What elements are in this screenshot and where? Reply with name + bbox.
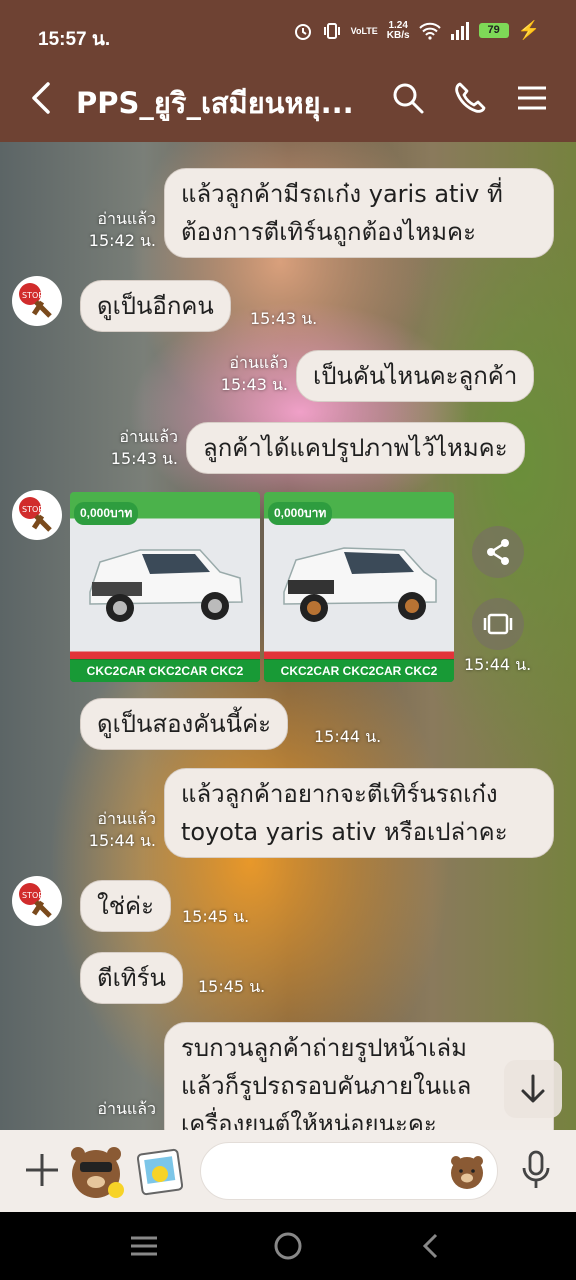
status-time: 15:57 น. (38, 29, 111, 50)
photo-promo: 0,000บาท (74, 502, 139, 525)
car-photo[interactable]: 0,000บาท CKC2CAR CKC2CAR CKC2 (264, 492, 454, 682)
share-button[interactable] (472, 526, 524, 578)
back-arrow-icon[interactable] (24, 78, 60, 118)
gallery-icon (483, 613, 513, 635)
phone-icon[interactable] (452, 80, 488, 116)
message-bubble[interactable]: รบกวนลูกค้าถ่ายรูปหน้าเล่ม แล้วก็รูปรถรอ… (164, 1022, 554, 1130)
message-bubble[interactable]: ดูเป็นอีกคน (80, 280, 231, 332)
message-bubble[interactable]: ตีเทิร์น (80, 952, 183, 1004)
pickup-truck-image (283, 547, 437, 622)
photo-promo: 0,000บาท (268, 502, 333, 525)
system-nav-bar (0, 1212, 576, 1280)
scroll-to-bottom-button[interactable] (504, 1060, 562, 1118)
stop-sign-avatar-icon: STOP (19, 883, 52, 918)
message-time: 15:45 น. (198, 977, 266, 996)
wifi-icon (418, 22, 441, 40)
message-bubble[interactable]: แล้วลูกค้าอยากจะตีเทิร์นรถเก๋ง toyota ya… (164, 768, 554, 858)
car-photo[interactable]: 0,000บาท CKC2CAR CKC2CAR CKC2 (70, 492, 260, 682)
message-time: 15:42 น. (88, 231, 156, 250)
arrow-down-icon (521, 1074, 545, 1103)
message-input-bar (0, 1130, 576, 1212)
photo-sticker-icon[interactable] (134, 1146, 186, 1198)
avatar[interactable]: STOP (12, 276, 62, 326)
charging-icon: ⚡ (517, 20, 540, 40)
home-icon[interactable] (272, 1230, 304, 1262)
read-receipt: อ่านแล้ว (97, 1099, 156, 1118)
share-icon (487, 539, 509, 565)
message-bubble[interactable]: แล้วลูกค้ามีรถเก๋ง yaris ativ ที่ ต้องกา… (164, 168, 554, 258)
avatar[interactable]: STOP (12, 876, 62, 926)
plus-icon[interactable] (22, 1150, 62, 1190)
photo-banner: CKC2CAR CKC2CAR CKC2 (70, 660, 260, 682)
back-icon[interactable] (416, 1230, 448, 1262)
recent-apps-icon[interactable] (128, 1230, 160, 1262)
message-bubble[interactable]: ดูเป็นสองคันนี้ค่ะ (80, 698, 289, 750)
chat-area[interactable]: อ่านแล้ว 15:42 น. แล้วลูกค้ามีรถเก๋ง yar… (0, 142, 576, 1130)
network-label: VoLTE (350, 25, 378, 36)
stop-sign-avatar-icon: STOP (19, 283, 52, 318)
network-speed: 1.24 KB/s (386, 19, 410, 41)
signal-icon (450, 21, 469, 40)
vibrate-icon (323, 22, 340, 39)
avatar[interactable]: STOP (12, 490, 62, 540)
alarm-icon (294, 23, 311, 40)
message-bubble[interactable]: ใช่ค่ะ (80, 880, 171, 932)
message-time: 15:43 น. (250, 309, 318, 328)
message-bubble[interactable]: เป็นคันไหนคะลูกค้า (296, 350, 535, 402)
mic-icon[interactable] (520, 1148, 552, 1192)
pickup-truck-image (89, 549, 243, 622)
read-receipt: อ่านแล้ว 15:43 น. (110, 427, 178, 468)
message-time: 15:45 น. (182, 907, 250, 926)
svg-text:STOP: STOP (22, 891, 43, 900)
message-bubble[interactable]: ลูกค้าได้แคปรูปภาพไว้ไหมคะ (186, 422, 525, 474)
menu-icon[interactable] (514, 80, 550, 116)
sticker-icon[interactable] (68, 1140, 126, 1202)
status-icons: VoLTE 1.24 KB/s 79 ⚡ (293, 20, 540, 41)
read-receipt: อ่านแล้ว 15:43 น. (220, 353, 288, 394)
read-receipt: อ่านแล้ว 15:44 น. (88, 809, 156, 850)
message-time: 15:44 น. (314, 727, 382, 746)
gallery-button[interactable] (472, 598, 524, 650)
svg-text:STOP: STOP (22, 291, 43, 300)
read-receipt: อ่านแล้ว 15:42 น. (82, 208, 156, 252)
chat-title[interactable]: PPS_ยูริ_เสมียนหยุ... (76, 80, 366, 126)
header-bar: 15:57 น. VoLTE 1.24 KB/s 79 ⚡ PPS_ยูริ_เส… (0, 0, 576, 142)
photo-banner: CKC2CAR CKC2CAR CKC2 (264, 660, 454, 682)
search-icon[interactable] (390, 80, 426, 116)
stop-sign-avatar-icon: STOP (19, 497, 52, 532)
emoji-icon[interactable] (448, 1152, 486, 1190)
battery-indicator: 79 (478, 23, 509, 38)
svg-text:STOP: STOP (22, 505, 43, 514)
message-time: 15:44 น. (464, 655, 532, 674)
